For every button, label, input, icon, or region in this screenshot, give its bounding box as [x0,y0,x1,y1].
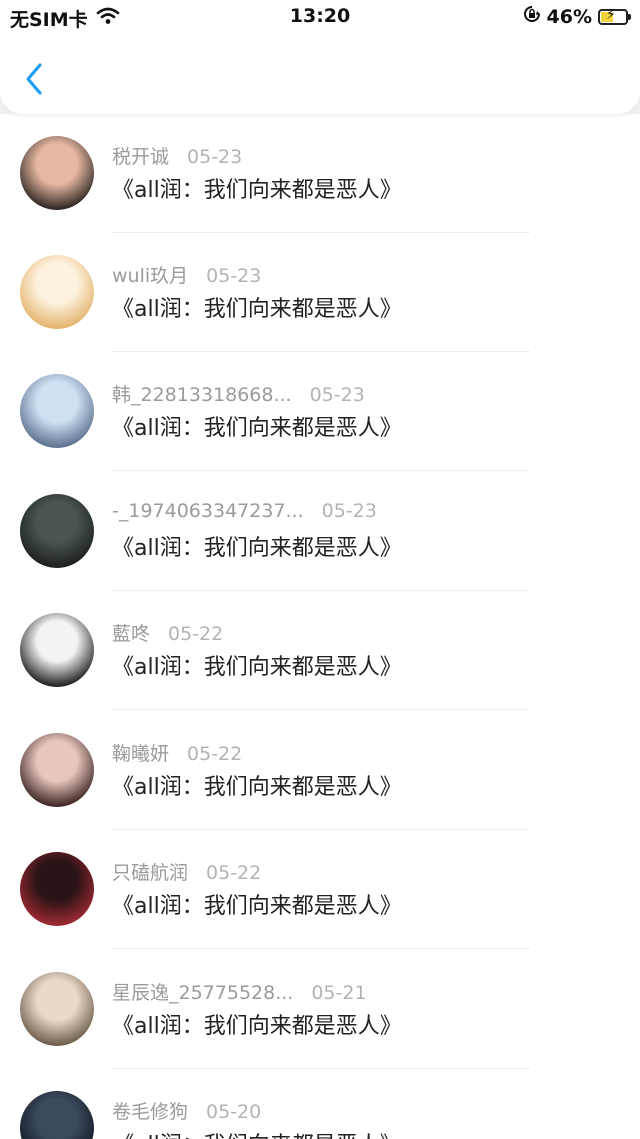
post-title: 《all润：我们向来都是恶人》 [112,1014,402,1039]
list-item[interactable]: 星辰逸_25775528... 05-21 《all润：我们向来都是恶人》 [0,950,640,1069]
list-item[interactable]: 韩_22813318668... 05-23 《all润：我们向来都是恶人》 [0,352,640,471]
avatar[interactable] [20,613,94,687]
list-item[interactable]: -_1974063347237... 05-23 《all润：我们向来都是恶人》 [0,472,640,591]
list-item[interactable]: 只磕航润 05-22 《all润：我们向来都是恶人》 [0,830,640,949]
post-date: 05-23 [321,500,377,522]
list-item[interactable]: 卷毛修狗 05-20 《all润：我们向来都是恶人》 [0,1069,640,1139]
battery-icon: ⚡ [598,7,631,25]
post-title: 《all润：我们向来都是恶人》 [112,655,402,680]
post-title: 《all润：我们向来都是恶人》 [112,178,402,203]
post-date: 05-22 [187,743,243,765]
author-name: 税开诚 [112,146,170,168]
post-date: 05-20 [206,1101,262,1123]
post-date: 05-22 [206,862,262,884]
status-bar: 无SIM卡 13:20 46% ⚡ [0,0,640,34]
post-title: 《all润：我们向来都是恶人》 [112,1127,402,1139]
post-title: 《all润：我们向来都是恶人》 [112,297,402,322]
author-name: -_1974063347237... [112,500,304,522]
orientation-lock-icon [523,5,541,28]
post-date: 05-23 [206,265,262,287]
list-item[interactable]: 鞠曦妍 05-22 《all润：我们向来都是恶人》 [0,711,640,830]
chevron-left-icon [26,63,42,95]
list-item[interactable]: 税开诚 05-23 《all润：我们向来都是恶人》 [0,114,640,233]
author-name: 卷毛修狗 [112,1101,189,1123]
avatar[interactable] [20,733,94,807]
avatar[interactable] [20,1091,94,1139]
avatar[interactable] [20,136,94,210]
post-date: 05-21 [311,982,367,1004]
back-button[interactable] [20,60,50,98]
post-date: 05-23 [187,146,243,168]
avatar[interactable] [20,972,94,1046]
post-title: 《all润：我们向来都是恶人》 [112,775,402,800]
post-date: 05-22 [168,623,224,645]
list-item[interactable]: wuli玖月 05-23 《all润：我们向来都是恶人》 [0,233,640,352]
avatar[interactable] [20,255,94,329]
author-name: 藍咚 [112,623,151,645]
post-title: 《all润：我们向来都是恶人》 [112,416,402,441]
update-list: 税开诚 05-23 《all润：我们向来都是恶人》 wuli玖月 05-23 《al… [0,114,640,1139]
author-name: 星辰逸_25775528... [112,982,294,1004]
author-name: wuli玖月 [112,265,189,287]
nav-header: 无SIM卡 13:20 46% ⚡ [0,0,640,114]
avatar[interactable] [20,852,94,926]
divider [112,948,530,949]
post-title: 《all润：我们向来都是恶人》 [112,894,402,919]
author-name: 韩_22813318668... [112,384,292,406]
post-title: 《all润：我们向来都是恶人》 [112,536,402,561]
battery-percent: 46% [546,5,592,28]
author-name: 鞠曦妍 [112,743,170,765]
author-name: 只磕航润 [112,862,189,884]
avatar[interactable] [20,374,94,448]
divider [112,470,530,471]
avatar[interactable] [20,494,94,568]
divider [112,709,530,710]
list-item[interactable]: 藍咚 05-22 《all润：我们向来都是恶人》 [0,591,640,710]
post-date: 05-23 [309,384,365,406]
